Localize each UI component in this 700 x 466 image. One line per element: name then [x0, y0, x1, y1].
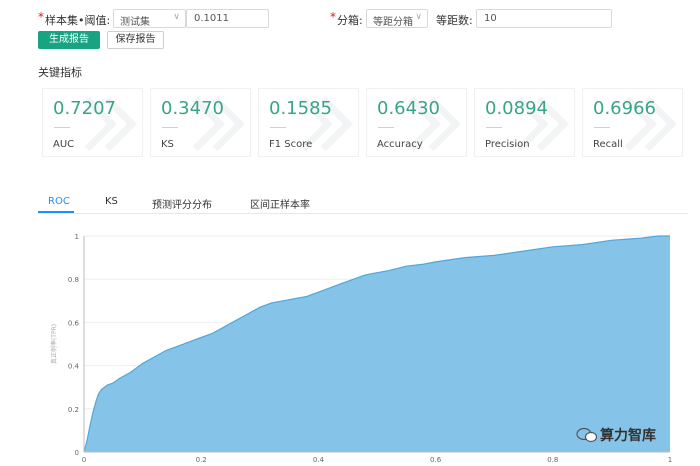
x-tick-label: 0.6 [430, 456, 442, 464]
x-tick-label: 0.4 [313, 456, 325, 464]
metric-value: 0.6430 [377, 98, 440, 119]
metric-name: Precision [485, 139, 530, 150]
tab-ks[interactable]: KS [105, 196, 118, 207]
tab-score-distribution[interactable]: 预测评分分布 [152, 196, 212, 211]
sample-select[interactable]: 测试集 ∨ [113, 9, 186, 28]
x-tick-label: 1 [668, 456, 672, 464]
required-marker: * [38, 10, 44, 24]
binning-label: 分箱: [337, 14, 363, 27]
y-tick-label: 0.2 [68, 406, 79, 414]
threshold-value: 0.1011 [194, 13, 229, 24]
chart-tabs: ROC KS 预测评分分布 区间正样本率 [0, 194, 700, 216]
tab-roc[interactable]: ROC [48, 196, 70, 207]
divider [162, 127, 178, 128]
x-tick-label: 0.2 [196, 456, 207, 464]
metric-card-auc: 0.7207 AUC [42, 88, 143, 157]
divider [54, 127, 70, 128]
roc-area [84, 236, 670, 452]
y-tick-label: 1 [75, 233, 79, 241]
metric-value: 0.0894 [485, 98, 548, 119]
y-tick-label: 0.6 [68, 319, 80, 327]
watermark-text: 算力智库 [600, 428, 656, 444]
metric-name: Accuracy [377, 139, 423, 150]
metric-name: KS [161, 139, 174, 150]
save-report-button[interactable]: 保存报告 [107, 31, 164, 49]
y-axis-label: 真正例率(TPR) [50, 324, 58, 364]
divider [378, 127, 394, 128]
y-tick-label: 0 [75, 449, 79, 457]
metric-name: AUC [53, 139, 75, 150]
x-tick-label: 0.8 [547, 456, 558, 464]
metric-name: F1 Score [269, 139, 313, 150]
required-marker: * [330, 10, 336, 24]
metric-value: 0.7207 [53, 98, 116, 119]
binning-select-value: 等距分箱 [373, 17, 413, 28]
sample-select-value: 测试集 [120, 17, 150, 28]
metric-card-accuracy: 0.6430 Accuracy [366, 88, 467, 157]
active-tab-indicator [38, 211, 74, 213]
x-tick-label: 0 [82, 456, 86, 464]
metric-value: 0.3470 [161, 98, 224, 119]
divider [594, 127, 610, 128]
y-tick-label: 0.4 [68, 363, 80, 371]
threshold-input[interactable]: 0.1011 [186, 9, 269, 28]
wechat-icon [576, 427, 598, 443]
divider [486, 127, 502, 128]
metric-card-ks: 0.3470 KS [150, 88, 251, 157]
tabs-baseline [38, 213, 688, 214]
binning-select[interactable]: 等距分箱 ∨ [366, 9, 428, 28]
metrics-title: 关键指标 [38, 66, 82, 79]
bins-label: 等距数: [436, 14, 473, 27]
metric-card-f1: 0.1585 F1 Score [258, 88, 359, 157]
sample-threshold-label: 样本集•阈值: [45, 14, 111, 27]
divider [270, 127, 286, 128]
generate-report-button[interactable]: 生成报告 [38, 31, 100, 49]
metric-value: 0.6966 [593, 98, 656, 119]
metric-card-recall: 0.6966 Recall [582, 88, 683, 157]
chevron-down-icon: ∨ [173, 12, 180, 22]
metric-name: Recall [593, 139, 623, 150]
metric-card-precision: 0.0894 Precision [474, 88, 575, 157]
chevron-down-icon: ∨ [415, 12, 422, 22]
filter-row: * 样本集•阈值: 测试集 ∨ 0.1011 * 分箱: 等距分箱 ∨ 等距数:… [0, 9, 700, 29]
bins-input[interactable]: 10 [476, 9, 612, 28]
metric-value: 0.1585 [269, 98, 332, 119]
tab-interval-positive-rate[interactable]: 区间正样本率 [250, 196, 310, 211]
y-tick-label: 0.8 [68, 276, 79, 284]
bins-value: 10 [484, 13, 497, 24]
